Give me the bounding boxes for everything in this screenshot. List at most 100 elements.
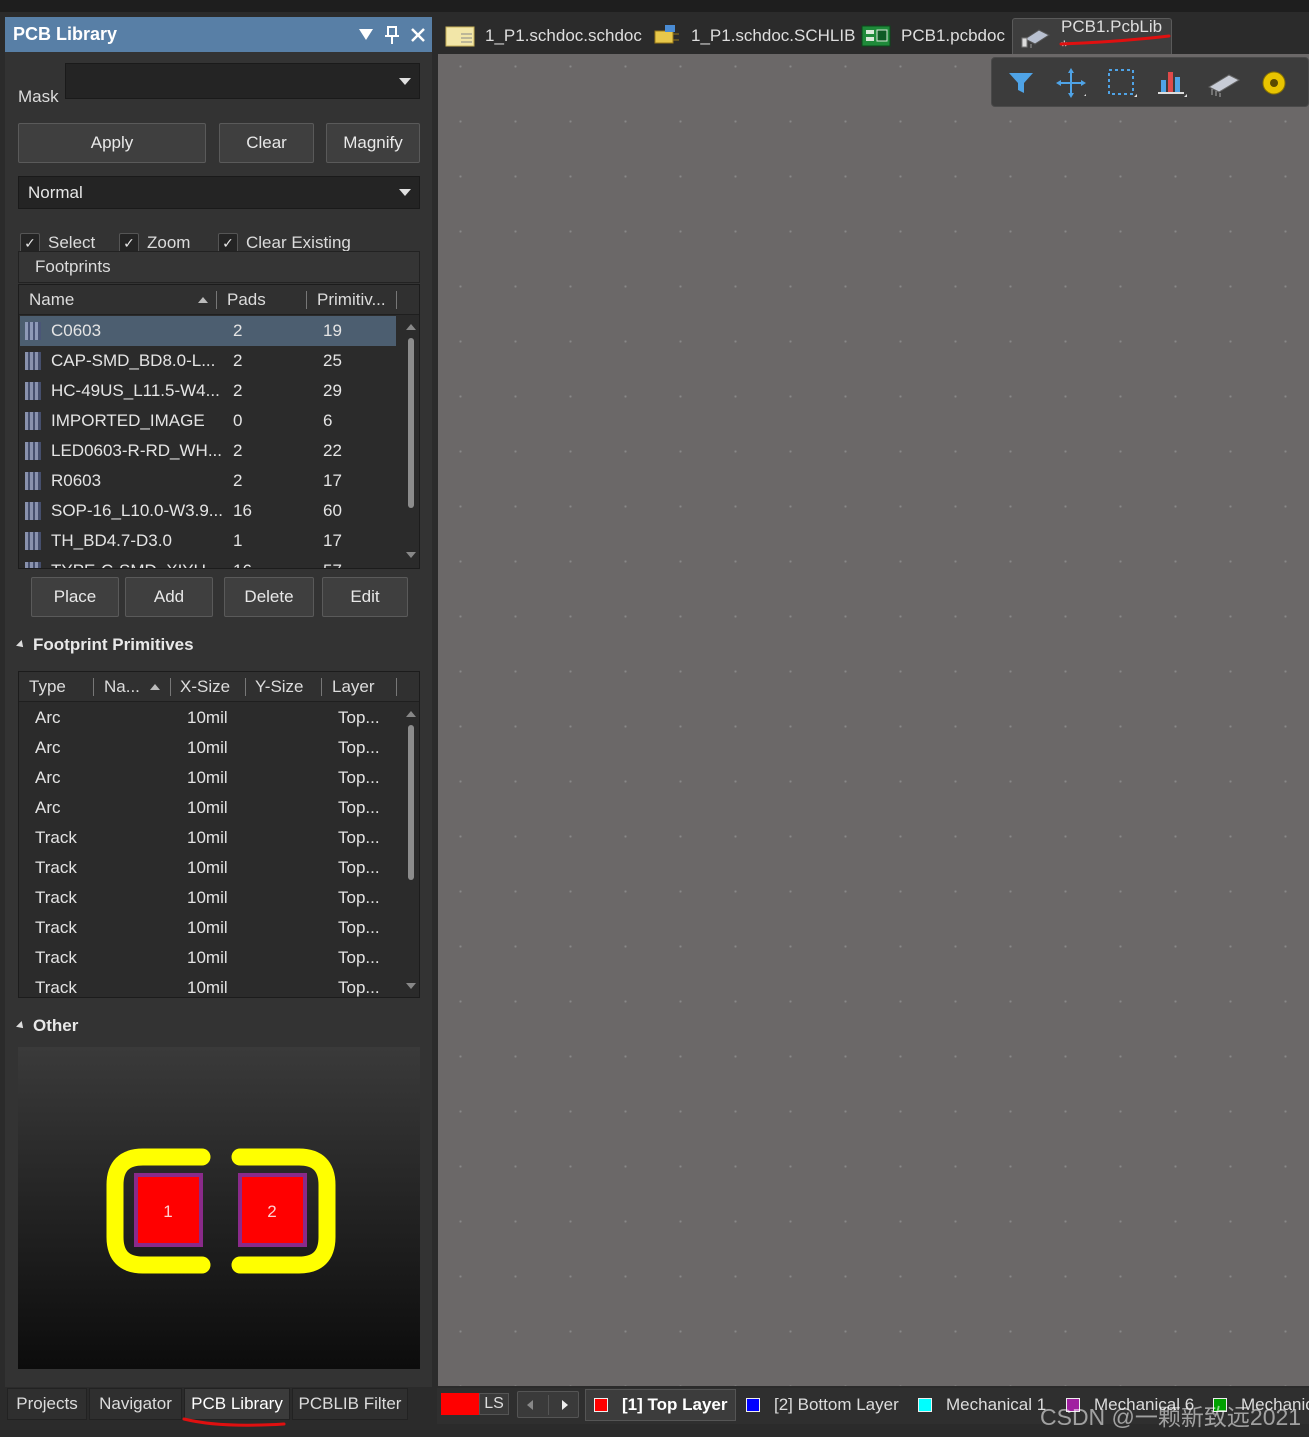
edit-button[interactable]: Edit [322, 577, 408, 617]
divider [548, 1395, 549, 1415]
scrollbar-thumb[interactable] [408, 338, 414, 508]
filter-icon[interactable] [1004, 67, 1038, 99]
column-header-x-size[interactable]: X-Size [180, 677, 230, 697]
table-row[interactable]: SOP-16_L10.0-W3.9... 16 60 [20, 496, 396, 526]
column-divider[interactable] [306, 291, 307, 309]
align-icon[interactable] [1155, 67, 1189, 99]
footprints-scrollbar[interactable] [404, 316, 418, 568]
table-row[interactable]: CAP-SMD_BD8.0-L... 2 25 [20, 346, 396, 376]
layer-tab-mechanical-1-label: Mechanical 1 [946, 1395, 1047, 1414]
primitive-layer: Top... [338, 948, 380, 967]
tab-navigator[interactable]: Navigator [89, 1388, 182, 1420]
table-row[interactable]: Track 10mil Top... [20, 853, 396, 883]
column-divider[interactable] [321, 678, 322, 696]
scrollbar-thumb[interactable] [408, 725, 414, 880]
pcb-editor-canvas[interactable] [438, 54, 1309, 1386]
column-header-layer[interactable]: Layer [332, 677, 375, 697]
add-button[interactable]: Add [125, 577, 213, 617]
tab-pcbdoc-label: PCB1.pcbdoc [901, 26, 1005, 45]
scroll-down-icon[interactable] [406, 552, 416, 558]
clear-existing-checkbox[interactable]: ✓ Clear Existing [218, 233, 351, 253]
document-tabs: 1_P1.schdoc.schdoc 1_P1.schdoc.SCHLIB PC… [437, 14, 1309, 56]
column-header-type[interactable]: Type [29, 677, 66, 697]
column-header-pads[interactable]: Pads [227, 290, 266, 310]
column-divider[interactable] [396, 678, 397, 696]
column-header-name[interactable]: Name [29, 290, 74, 310]
mode-value: Normal [28, 183, 83, 202]
footprints-table: Name Pads Primitiv... C0603 2 19 CAP-SMD_BD… [18, 284, 420, 569]
apply-button[interactable]: Apply [18, 123, 206, 163]
layer-tab-mechanical-1[interactable]: Mechanical 1 [910, 1389, 1054, 1421]
layer-tab-top[interactable]: [1] Top Layer [585, 1389, 737, 1421]
table-row[interactable]: HC-49US_L11.5-W4... 2 29 [20, 376, 396, 406]
scroll-right-icon[interactable] [562, 1400, 568, 1410]
pin-icon[interactable] [380, 20, 404, 50]
column-header-y-size[interactable]: Y-Size [255, 677, 304, 697]
scroll-up-icon[interactable] [406, 324, 416, 330]
table-row[interactable]: R0603 2 17 [20, 466, 396, 496]
footprint-primitives: 6 [323, 411, 333, 430]
column-divider[interactable] [245, 678, 246, 696]
layer-color-swatch [746, 1398, 760, 1412]
magnify-button[interactable]: Magnify [326, 123, 420, 163]
table-row[interactable]: Track 10mil Top... [20, 943, 396, 973]
primitives-scrollbar[interactable] [404, 703, 418, 997]
column-divider[interactable] [170, 678, 171, 696]
mode-select[interactable]: Normal [18, 176, 420, 209]
column-divider[interactable] [93, 678, 94, 696]
table-row[interactable]: Arc 10mil Top... [20, 763, 396, 793]
scroll-left-icon[interactable] [527, 1400, 533, 1410]
table-row[interactable]: Arc 10mil Top... [20, 793, 396, 823]
tab-schdoc-label: 1_P1.schdoc.schdoc [485, 26, 642, 45]
column-header-primitives[interactable]: Primitiv... [317, 290, 386, 310]
active-bar-toolbar [991, 57, 1309, 107]
clear-button[interactable]: Clear [219, 123, 314, 163]
zoom-checkbox-label: Zoom [147, 233, 191, 252]
tab-pcbdoc[interactable]: PCB1.pcbdoc [861, 18, 1005, 54]
footprint-primitives-section-toggle[interactable]: Footprint Primitives [16, 635, 194, 655]
table-row[interactable]: TH_BD4.7-D3.0 1 17 [20, 526, 396, 556]
zoom-checkbox[interactable]: ✓ Zoom [119, 233, 190, 253]
move-icon[interactable] [1054, 67, 1088, 99]
check-icon: ✓ [20, 233, 40, 253]
mask-input[interactable] [65, 63, 420, 99]
column-divider[interactable] [396, 291, 397, 309]
primitive-x-size: 10mil [187, 978, 228, 997]
layer-color-swatch [918, 1398, 932, 1412]
footprint-icon [25, 382, 41, 400]
delete-button[interactable]: Delete [224, 577, 314, 617]
scroll-up-icon[interactable] [406, 711, 416, 717]
tab-schdoc[interactable]: 1_P1.schdoc.schdoc [445, 18, 642, 54]
table-row[interactable]: Track 10mil Top... [20, 913, 396, 943]
tab-projects[interactable]: Projects [7, 1388, 87, 1420]
tab-pcblib-filter[interactable]: PCBLIB Filter [292, 1388, 408, 1420]
layer-tab-bottom[interactable]: [2] Bottom Layer [738, 1389, 907, 1421]
close-icon[interactable] [406, 20, 430, 50]
scroll-down-icon[interactable] [406, 983, 416, 989]
table-row[interactable]: Track 10mil Top... [20, 883, 396, 913]
table-row[interactable]: Track 10mil Top... [20, 973, 396, 997]
dropdown-menu-icon[interactable] [354, 20, 378, 50]
footprint-pads: 2 [233, 351, 243, 370]
table-row[interactable]: Arc 10mil Top... [20, 733, 396, 763]
layer-set-button[interactable]: LS [479, 1393, 509, 1415]
place-button[interactable]: Place [31, 577, 119, 617]
component-icon[interactable] [1207, 67, 1241, 99]
table-row[interactable]: C0603 2 19 [20, 316, 396, 346]
table-row[interactable]: LED0603-R-RD_WH... 2 22 [20, 436, 396, 466]
table-row[interactable]: Track 10mil Top... [20, 823, 396, 853]
footprint-name: CAP-SMD_BD8.0-L... [51, 351, 216, 370]
column-divider[interactable] [216, 291, 217, 309]
select-checkbox[interactable]: ✓ Select [20, 233, 95, 253]
select-region-icon[interactable] [1105, 67, 1139, 99]
table-row[interactable]: TYPE-C-SMD_XIYU... 16 57 [20, 556, 396, 568]
tab-schlib[interactable]: 1_P1.schdoc.SCHLIB [651, 18, 855, 54]
current-layer-color[interactable] [441, 1393, 479, 1415]
pad-icon[interactable] [1257, 67, 1291, 99]
other-section-toggle[interactable]: Other [16, 1016, 78, 1036]
table-row[interactable]: Arc 10mil Top... [20, 703, 396, 733]
chevron-down-icon [399, 78, 411, 85]
column-header-name[interactable]: Na... [104, 677, 140, 697]
table-row[interactable]: IMPORTED_IMAGE 0 6 [20, 406, 396, 436]
sort-ascending-icon [150, 684, 160, 690]
